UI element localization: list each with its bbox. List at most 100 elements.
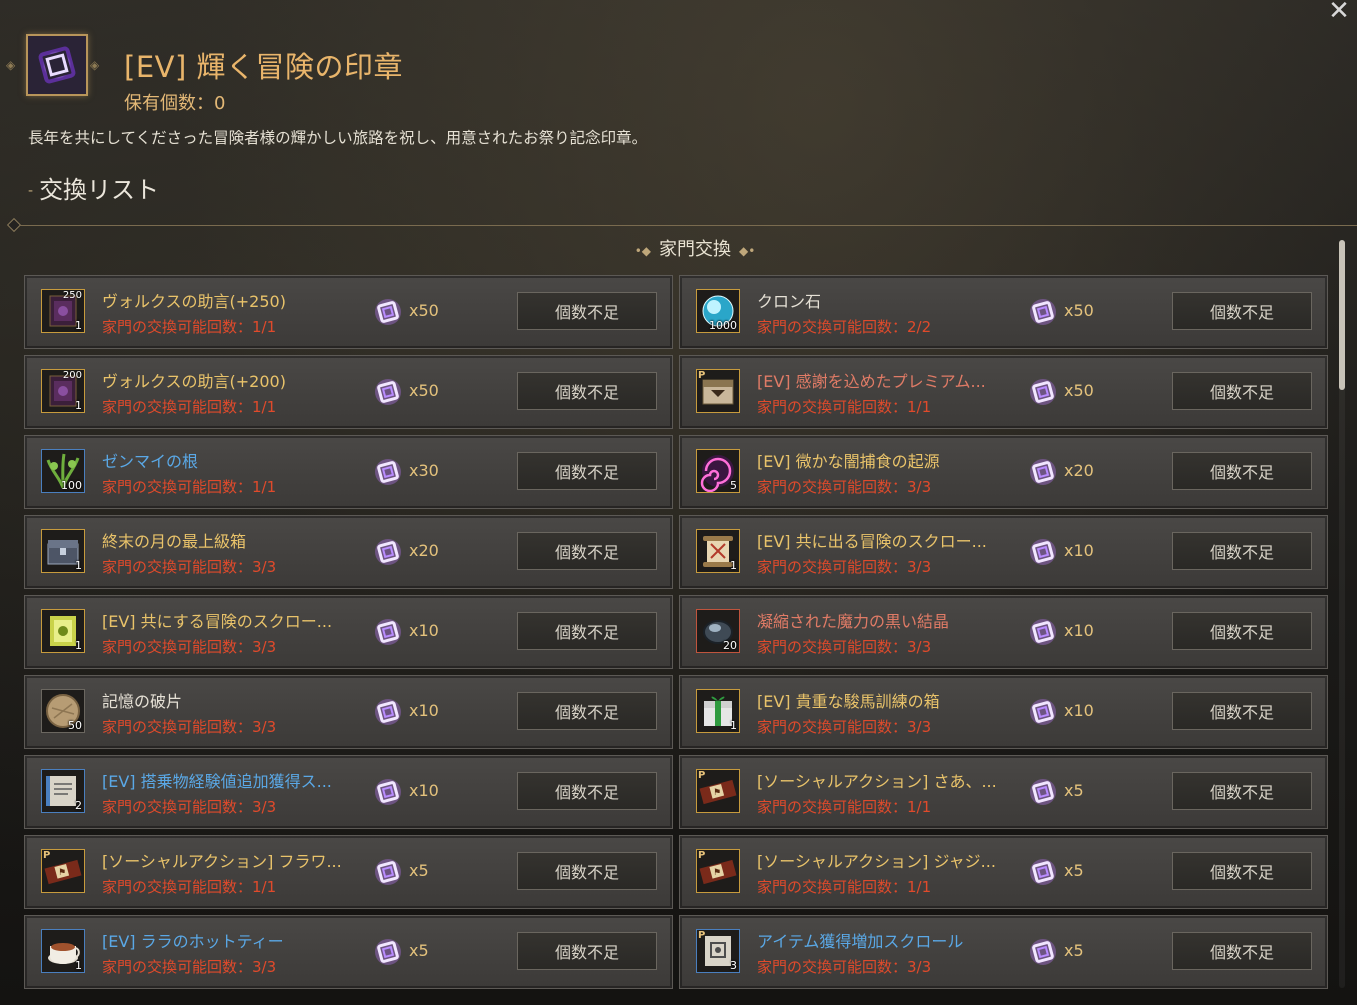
seal-cost-icon xyxy=(1030,299,1056,325)
item-quantity: 1 xyxy=(730,559,737,572)
exchange-limit: 家門の交換可能回数：3/3 xyxy=(757,958,932,976)
exchange-list-label: 交換リスト xyxy=(39,176,160,204)
seal-cost-icon xyxy=(1030,459,1056,485)
insufficient-button[interactable]: 個数不足 xyxy=(517,452,657,490)
fern-root-icon[interactable]: 100 xyxy=(41,449,85,493)
exchange-limit: 家門の交換可能回数：3/3 xyxy=(757,558,932,576)
exchange-grid: 250 1 ヴォルクスの助言(+250) 家門の交換可能回数：1/1 x50 個… xyxy=(24,275,1328,989)
memory-fragment-icon[interactable]: 50 xyxy=(41,689,85,733)
insufficient-button[interactable]: 個数不足 xyxy=(1172,932,1312,970)
seal-cost-icon xyxy=(375,379,401,405)
insufficient-button[interactable]: 個数不足 xyxy=(517,612,657,650)
cost-amount: x5 xyxy=(1064,781,1084,800)
exchange-row: ⚑ P [ソーシャルアクション] さあ、... 家門の交換可能回数：1/1 x5… xyxy=(679,755,1328,829)
insufficient-button[interactable]: 個数不足 xyxy=(1172,452,1312,490)
item-quantity: 1 xyxy=(75,959,82,972)
black-crystal-icon[interactable]: 20 xyxy=(696,609,740,653)
dark-origin-icon[interactable]: 5 xyxy=(696,449,740,493)
item-name: [ソーシャルアクション] さあ、... xyxy=(757,772,997,791)
emblem-wing-right-icon: ◈ xyxy=(90,58,100,72)
insufficient-button[interactable]: 個数不足 xyxy=(517,692,657,730)
insufficient-button[interactable]: 個数不足 xyxy=(517,372,657,410)
seal-cost-icon xyxy=(375,459,401,485)
cost-amount: x5 xyxy=(409,861,429,880)
seal-cost-icon xyxy=(375,539,401,565)
premium-tag-icon: P xyxy=(43,850,51,861)
scroll-icon[interactable]: 1 xyxy=(696,529,740,573)
scrollbar-thumb[interactable] xyxy=(1339,240,1345,390)
insufficient-button[interactable]: 個数不足 xyxy=(1172,772,1312,810)
divider xyxy=(14,225,1357,226)
insufficient-button[interactable]: 個数不足 xyxy=(517,532,657,570)
item-name: ヴォルクスの助言(+250) xyxy=(102,292,286,311)
mount-scroll-icon[interactable]: 2 xyxy=(41,769,85,813)
scrollbar[interactable] xyxy=(1339,240,1345,988)
insufficient-button[interactable]: 個数不足 xyxy=(1172,612,1312,650)
item-quantity: 50 xyxy=(68,719,82,732)
volks-advice-icon[interactable]: 250 1 xyxy=(41,289,85,333)
item-name: [EV] 感謝を込めたプレミアム... xyxy=(757,372,986,391)
exchange-list-title: - 交換リスト xyxy=(28,170,159,205)
item-quantity: 20 xyxy=(723,639,737,652)
social-action-icon[interactable]: ⚑ P xyxy=(696,849,740,893)
cost-amount: x10 xyxy=(1064,701,1094,720)
drop-scroll-icon[interactable]: P 3 xyxy=(696,929,740,973)
insufficient-button[interactable]: 個数不足 xyxy=(517,852,657,890)
exchange-limit: 家門の交換可能回数：3/3 xyxy=(757,478,932,496)
exchange-limit: 家門の交換可能回数：3/3 xyxy=(102,638,277,656)
seal-cost-icon xyxy=(1030,859,1056,885)
exchange-limit: 家門の交換可能回数：1/1 xyxy=(102,478,277,496)
exchange-limit: 家門の交換可能回数：1/1 xyxy=(757,798,932,816)
seal-cost-icon xyxy=(1030,699,1056,725)
item-name: 記憶の破片 xyxy=(102,692,183,711)
social-action-icon[interactable]: ⚑ P xyxy=(41,849,85,893)
seal-cost-icon xyxy=(375,619,401,645)
close-icon[interactable]: ✕ xyxy=(1327,0,1351,24)
seal-cost-icon xyxy=(375,699,401,725)
exchange-row: 50 記憶の破片 家門の交換可能回数：3/3 x10 個数不足 xyxy=(24,675,673,749)
insufficient-button[interactable]: 個数不足 xyxy=(517,932,657,970)
item-name: [EV] 搭乗物経験値追加獲得ス... xyxy=(102,772,332,791)
insufficient-button[interactable]: 個数不足 xyxy=(517,292,657,330)
insufficient-button[interactable]: 個数不足 xyxy=(1172,372,1312,410)
exchange-row: 1 [EV] 貴重な駿馬訓練の箱 家門の交換可能回数：3/3 x10 個数不足 xyxy=(679,675,1328,749)
exchange-row: P 3 アイテム獲得増加スクロール 家門の交換可能回数：3/3 x5 個数不足 xyxy=(679,915,1328,989)
scroll-green-icon[interactable]: 1 xyxy=(41,609,85,653)
insufficient-button[interactable]: 個数不足 xyxy=(1172,532,1312,570)
exchange-limit: 家門の交換可能回数：2/2 xyxy=(757,318,932,336)
seal-cost-icon xyxy=(1030,379,1056,405)
insufficient-button[interactable]: 個数不足 xyxy=(1172,292,1312,330)
svg-text:⚑: ⚑ xyxy=(713,868,721,878)
exchange-limit: 家門の交換可能回数：1/1 xyxy=(757,878,932,896)
insufficient-button[interactable]: 個数不足 xyxy=(1172,852,1312,890)
item-name: [EV] 共に出る冒険のスクロー... xyxy=(757,532,987,551)
cron-stone-icon[interactable]: 1000 xyxy=(696,289,740,333)
exchange-row: 200 1 ヴォルクスの助言(+200) 家門の交換可能回数：1/1 x50 個… xyxy=(24,355,673,429)
exchange-row: 5 [EV] 微かな闇捕食の起源 家門の交換可能回数：3/3 x20 個数不足 xyxy=(679,435,1328,509)
insufficient-button[interactable]: 個数不足 xyxy=(517,772,657,810)
seal-cost-icon xyxy=(1030,779,1056,805)
item-name: [ソーシャルアクション] フラワ... xyxy=(102,852,342,871)
seal-cost-icon xyxy=(375,779,401,805)
insufficient-button[interactable]: 個数不足 xyxy=(1172,692,1312,730)
item-name: [EV] 微かな闇捕食の起源 xyxy=(757,452,940,471)
svg-text:⚑: ⚑ xyxy=(713,788,721,798)
gift-box-icon[interactable]: 1 xyxy=(696,689,740,733)
exchange-limit: 家門の交換可能回数：3/3 xyxy=(757,718,932,736)
cost-amount: x10 xyxy=(409,701,439,720)
cost-amount: x50 xyxy=(409,301,439,320)
seal-cost-icon xyxy=(375,939,401,965)
page-title: [EV] 輝く冒険の印章 xyxy=(124,50,404,84)
item-name: [EV] ララのホットティー xyxy=(102,932,284,951)
hot-tea-icon[interactable]: 1 xyxy=(41,929,85,973)
volks-advice-icon[interactable]: 200 1 xyxy=(41,369,85,413)
ornament-right-icon: ◆• xyxy=(739,244,756,258)
chest-icon[interactable]: 1 xyxy=(41,529,85,573)
ornament-left-icon: •◆ xyxy=(634,244,651,258)
exchange-row: 100 ゼンマイの根 家門の交換可能回数：1/1 x30 個数不足 xyxy=(24,435,673,509)
family-exchange-header: •◆ 家門交換 ◆• xyxy=(0,235,1357,261)
exchange-limit: 家門の交換可能回数：1/1 xyxy=(102,878,277,896)
exchange-limit: 家門の交換可能回数：3/3 xyxy=(102,558,277,576)
premium-box-icon[interactable]: P xyxy=(696,369,740,413)
social-action-icon[interactable]: ⚑ P xyxy=(696,769,740,813)
